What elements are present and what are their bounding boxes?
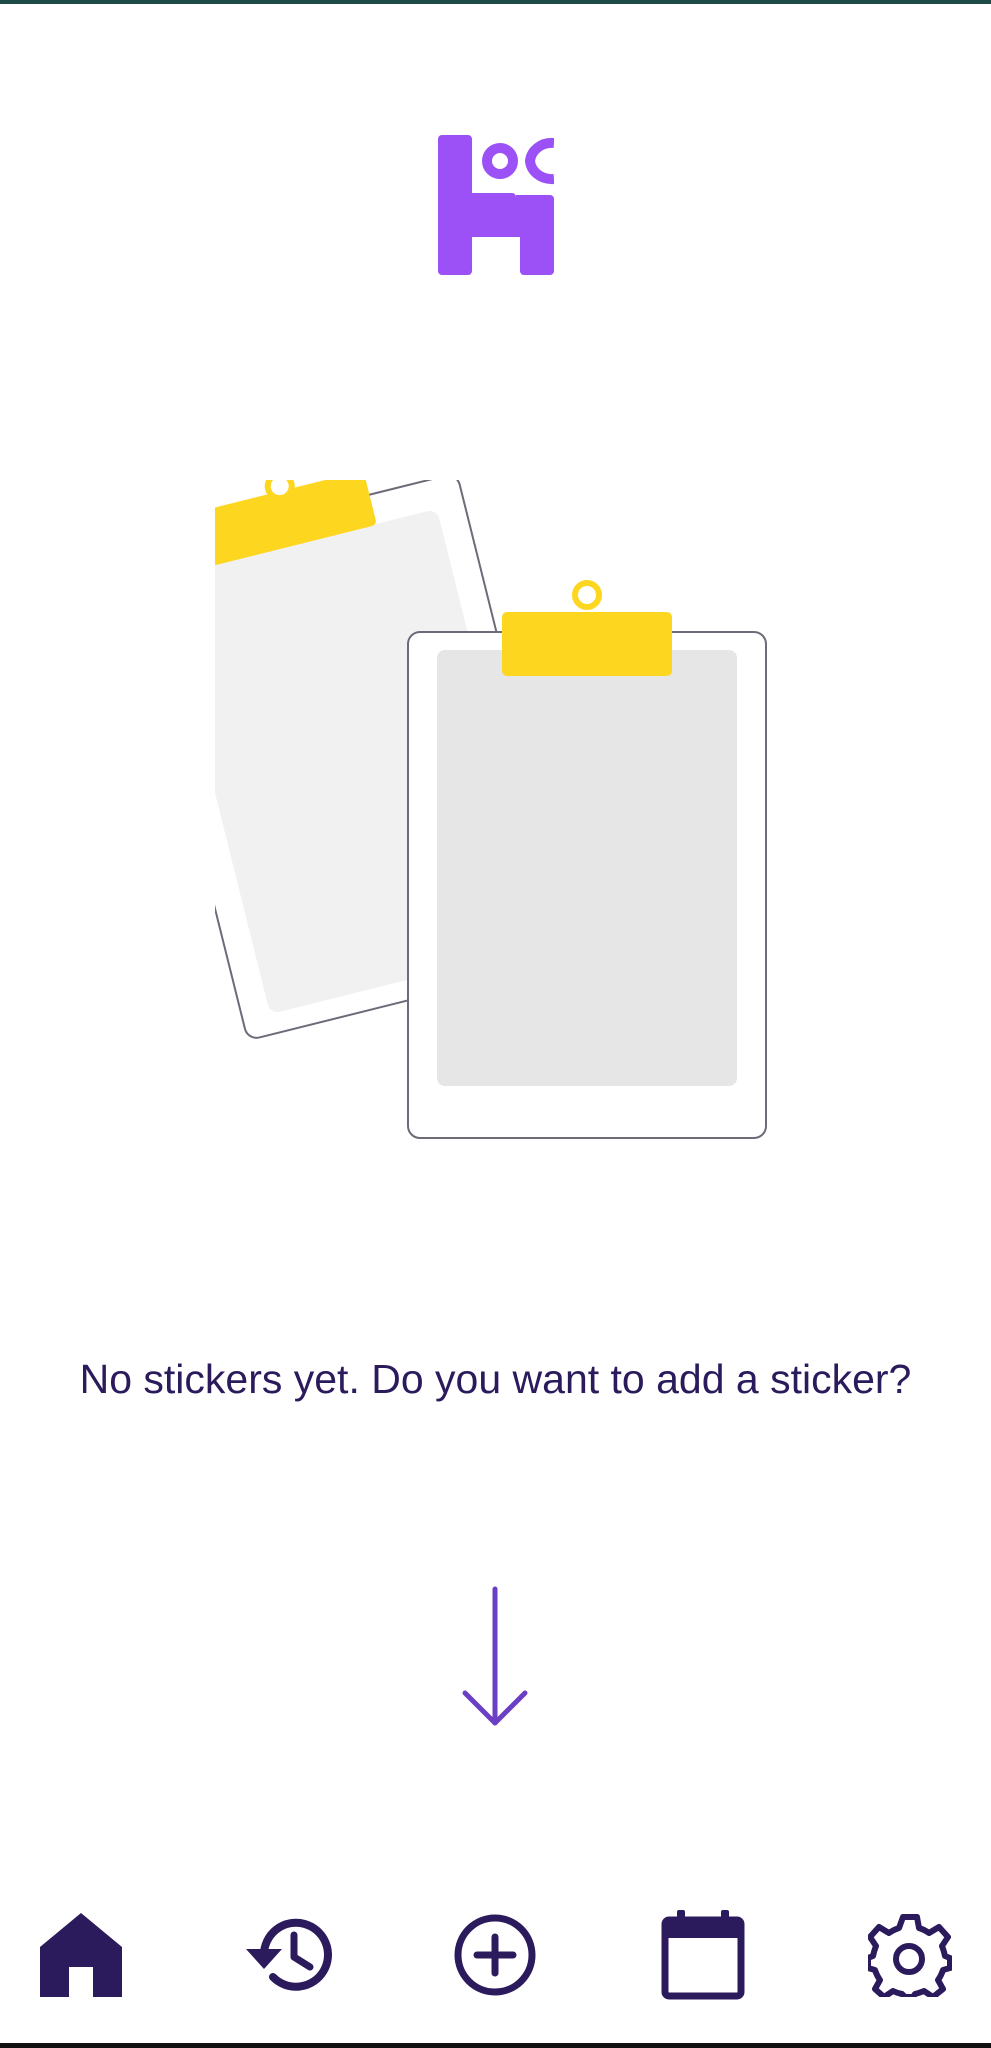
nav-home-button[interactable] — [26, 1895, 136, 2015]
nav-add-button[interactable] — [440, 1895, 550, 2015]
calendar-icon — [661, 1910, 745, 2000]
top-accent-bar — [0, 0, 991, 4]
nav-history-button[interactable] — [234, 1895, 344, 2015]
nav-calendar-button[interactable] — [648, 1895, 758, 2015]
empty-clipboards-illustration — [215, 480, 767, 1139]
empty-state-message: No stickers yet. Do you want to add a st… — [79, 1356, 912, 1402]
arrow-down-icon — [462, 1586, 528, 1726]
history-icon — [246, 1918, 332, 1991]
nav-settings-button[interactable] — [855, 1895, 965, 2015]
add-circle-icon — [454, 1914, 536, 1996]
settings-icon — [868, 1914, 952, 1997]
app-logo-icon — [438, 135, 554, 275]
bottom-navigation — [0, 1895, 991, 2015]
bottom-edge-bar — [0, 2043, 991, 2048]
home-icon — [40, 1913, 122, 1999]
